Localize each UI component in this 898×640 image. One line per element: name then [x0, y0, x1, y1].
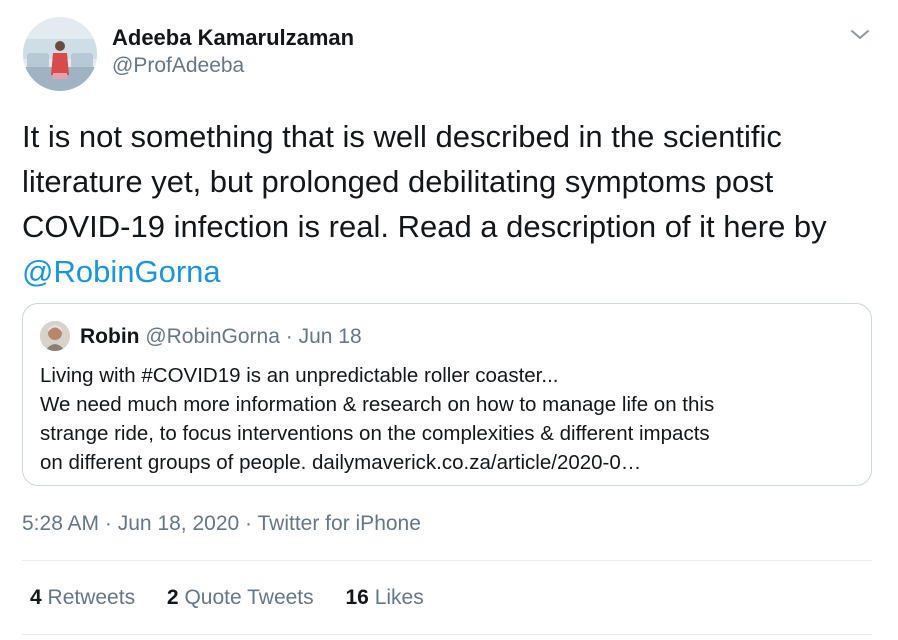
quoted-date: Jun 18 — [298, 325, 362, 348]
tweet-text: It is not something that is well describ… — [22, 114, 872, 294]
author-block[interactable]: Adeeba Kamarulzaman @ProfAdeeba — [112, 24, 354, 79]
author-handle[interactable]: @ProfAdeeba — [112, 53, 354, 79]
likes-count: 16 — [345, 586, 369, 609]
quote-tweets-stat[interactable]: 2 Quote Tweets — [167, 584, 314, 612]
quote-tweets-count: 2 — [166, 586, 179, 609]
retweets-stat[interactable]: 4 Retweets — [30, 584, 135, 612]
quoted-separator: · — [285, 325, 293, 348]
quoted-text-line: Living with #COVID19 is an unpredictable… — [40, 364, 559, 387]
quoted-author-name: Robin — [80, 325, 140, 348]
quoted-text-line: We need much more information & research… — [40, 393, 715, 416]
timestamp-time[interactable]: 5:28 AM — [22, 512, 99, 535]
mention-link[interactable]: @RobinGorna — [22, 254, 221, 289]
likes-stat[interactable]: 16 Likes — [346, 584, 424, 612]
quote-tweets-label: Quote Tweets — [184, 586, 314, 609]
quoted-header: Robin @RobinGorna · Jun 18 — [80, 324, 362, 350]
engagement-stats: 4 Retweets 2 Quote Tweets 16 Likes — [30, 584, 450, 612]
quoted-author-avatar — [40, 321, 70, 351]
chevron-down-icon[interactable] — [848, 25, 872, 45]
quoted-tweet[interactable]: Robin @RobinGorna · Jun 18 Living with #… — [22, 303, 872, 486]
quoted-text-line: strange ride, to focus interventions on … — [40, 422, 710, 445]
author-display-name[interactable]: Adeeba Kamarulzaman — [112, 24, 354, 52]
quoted-author-handle: @RobinGorna — [145, 325, 280, 348]
timestamp-separator: · — [245, 512, 253, 535]
retweets-label: Retweets — [47, 586, 136, 609]
quoted-text-line: on different groups of people. dailymave… — [40, 451, 642, 474]
timestamp-separator: · — [104, 512, 112, 535]
divider — [22, 634, 872, 635]
author-avatar[interactable] — [23, 17, 97, 91]
retweets-count: 4 — [30, 586, 42, 609]
likes-label: Likes — [374, 586, 424, 609]
divider — [22, 560, 872, 561]
timestamp-date[interactable]: Jun 18, 2020 — [118, 512, 239, 535]
tweet-source[interactable]: Twitter for iPhone — [258, 512, 421, 535]
tweet-text-body: It is not something that is well describ… — [22, 119, 827, 244]
quoted-text: Living with #COVID19 is an unpredictable… — [40, 361, 860, 477]
tweet-timestamp: 5:28 AM · Jun 18, 2020 · Twitter for iPh… — [22, 510, 421, 538]
